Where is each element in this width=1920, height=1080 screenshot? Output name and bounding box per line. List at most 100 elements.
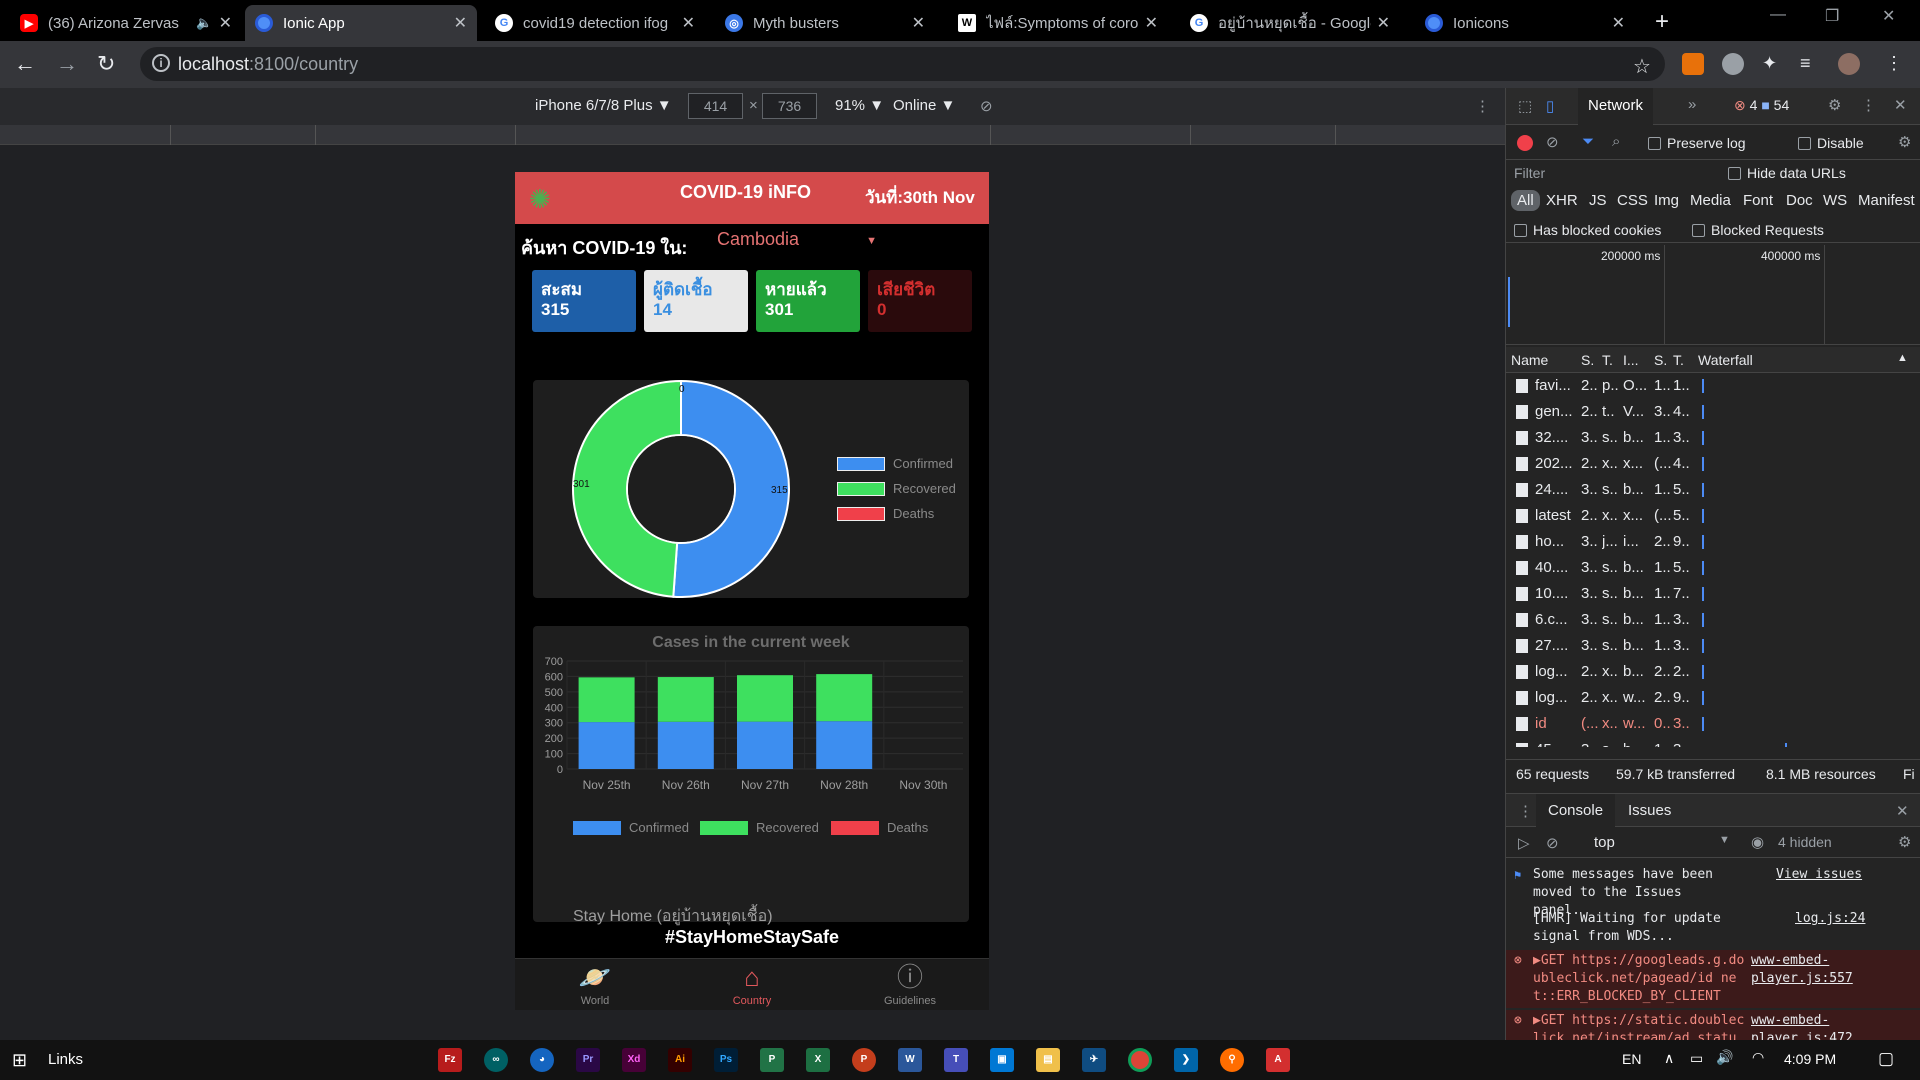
filter-css[interactable]: CSS [1617,192,1648,209]
bookmark-star-icon[interactable]: ☆ [1633,54,1651,79]
extension-chat-icon[interactable] [1722,53,1744,75]
console-settings-icon[interactable]: ⚙ [1898,833,1911,851]
close-tab-icon[interactable]: ✕ [1612,13,1625,33]
inspect-icon[interactable]: ⬚ [1518,97,1532,115]
postman-icon[interactable]: ⚲ [1220,1048,1244,1072]
close-tab-icon[interactable]: ✕ [912,13,925,33]
device-toggle-icon[interactable]: ▯ [1546,97,1554,115]
disable-cache-checkbox[interactable]: Disable [1798,135,1864,151]
drawer-menu-icon[interactable]: ⋮ [1518,802,1533,820]
wifi-icon[interactable]: ◠ [1752,1049,1764,1066]
tray-chevron-icon[interactable]: ∧ [1664,1050,1674,1067]
tab-world[interactable]: 🪐 World [535,963,655,1007]
clear-console-icon[interactable]: ⊘ [1546,834,1559,852]
acrobat-icon[interactable]: A [1266,1048,1290,1072]
network-throttle-select[interactable]: Online ▼ [893,97,955,114]
viewport-width-input[interactable]: 414 [688,93,743,119]
viewport-height-input[interactable]: 736 [762,93,817,119]
error-counter[interactable]: ⊗ 4 ■ 54 [1734,97,1789,114]
taskbar-links[interactable]: Links [48,1051,83,1068]
back-icon[interactable]: ← [14,51,36,77]
legend-deaths[interactable]: Deaths [831,820,928,835]
more-tabs-icon[interactable]: » [1688,96,1696,113]
column-type[interactable]: T. [1602,352,1613,368]
filter-icon[interactable]: ⏷ [1582,133,1594,150]
new-tab-button[interactable]: + [1655,8,1669,36]
hide-data-urls-checkbox[interactable]: Hide data URLs [1728,165,1846,181]
column-initiator[interactable]: I... [1623,352,1639,368]
column-status[interactable]: S. [1581,352,1594,368]
playlist-icon[interactable]: ≡ [1800,53,1822,75]
device-menu-icon[interactable]: ⋮ [1475,97,1490,115]
close-devtools-icon[interactable]: ✕ [1894,96,1907,114]
premiere-icon[interactable]: Pr [576,1048,600,1072]
battery-icon[interactable]: ▭ [1690,1050,1703,1067]
windows-start-icon[interactable]: ⊞ [12,1050,27,1071]
request-row[interactable]: 40.... 3.. s.. b... 1.. 5.. [1506,555,1920,581]
extension-brave-icon[interactable] [1682,53,1704,75]
tab-covid-detection[interactable]: G covid19 detection ifog ✕ [485,5,705,41]
view-issues-link[interactable]: View issues [1776,866,1862,884]
request-row[interactable]: 6.c... 3.. s.. b... 1.. 3.. [1506,607,1920,633]
device-select[interactable]: iPhone 6/7/8 Plus ▼ [535,97,672,114]
column-name[interactable]: Name [1511,352,1548,368]
app-icon[interactable]: ✈ [1082,1048,1106,1072]
filter-input[interactable]: Filter [1514,165,1545,181]
record-icon[interactable] [1517,135,1533,151]
source-link[interactable]: log.js:24 [1795,910,1865,928]
vscode-icon[interactable]: ❯ [1174,1048,1198,1072]
filezilla-icon[interactable]: Fz [438,1048,462,1072]
clock[interactable]: 4:09 PM [1784,1051,1836,1067]
puzzle-icon[interactable]: ✦ [1762,53,1784,75]
request-row[interactable]: log... 2.. x.. w... 2.. 9.. [1506,685,1920,711]
info-icon[interactable]: i [152,54,170,72]
filter-font[interactable]: Font [1743,192,1773,209]
illustrator-icon[interactable]: Ai [668,1048,692,1072]
zoom-select[interactable]: 91% ▼ [835,97,884,114]
hidden-count[interactable]: 4 hidden [1778,834,1832,850]
filter-xhr[interactable]: XHR [1546,192,1578,209]
project-icon[interactable]: P [760,1048,784,1072]
sidebar-toggle-icon[interactable]: ▷ [1518,834,1530,852]
tab-ionicons[interactable]: Ionicons ✕ [1415,5,1635,41]
tab-youtube[interactable]: ▶ (36) Arizona Zervas 🔈 ✕ [10,5,242,41]
request-row[interactable]: log... 2.. x.. b... 2.. 2.. [1506,659,1920,685]
request-row[interactable]: 32.... 3.. s.. b... 1.. 3.. [1506,425,1920,451]
source-link[interactable]: www-embed-player.js:472 [1751,1012,1920,1040]
close-tab-icon[interactable]: ✕ [1377,13,1390,33]
close-drawer-icon[interactable]: ✕ [1896,802,1909,820]
teams-icon[interactable]: T [944,1048,968,1072]
legend-recovered[interactable]: Recovered [837,481,956,496]
filter-manifest[interactable]: Manifest [1858,192,1915,209]
legend-deaths[interactable]: Deaths [837,506,934,521]
request-row[interactable]: 45....3..s..b...1..3.. [1506,737,1920,747]
settings-gear-icon[interactable]: ⚙ [1828,96,1841,114]
network-settings-icon[interactable]: ⚙ [1898,133,1911,151]
filter-media[interactable]: Media [1690,192,1731,209]
blocked-requests-checkbox[interactable]: Blocked Requests [1692,222,1824,238]
filter-img[interactable]: Img [1654,192,1679,209]
filter-js[interactable]: JS [1589,192,1607,209]
column-time[interactable]: T. [1673,352,1684,368]
photoshop-icon[interactable]: Ps [714,1048,738,1072]
minimize-icon[interactable]: — [1770,6,1786,24]
speaker-icon[interactable]: 🔈 [196,15,212,31]
request-row[interactable]: favi... 2.. p.. O... 1.. 1.. [1506,373,1920,399]
close-tab-icon[interactable]: ✕ [454,13,467,33]
tab-guidelines[interactable]: ⓘ Guidelines [850,963,970,1007]
close-tab-icon[interactable]: ✕ [682,13,695,33]
filter-ws[interactable]: WS [1823,192,1847,209]
tab-console[interactable]: Console [1536,794,1616,828]
forward-icon[interactable]: → [56,51,78,77]
app-icon[interactable]: ∞ [484,1048,508,1072]
tab-issues[interactable]: Issues [1628,802,1671,819]
country-select[interactable]: Cambodia ▼ [717,229,877,255]
request-row[interactable]: ho... 3.. j... i... 2.. 9.. [1506,529,1920,555]
close-window-icon[interactable]: ✕ [1882,6,1895,26]
column-size[interactable]: S. [1654,352,1667,368]
context-select[interactable]: top [1594,834,1615,851]
source-link[interactable]: www-embed-player.js:557 [1751,952,1920,988]
language-indicator[interactable]: EN [1622,1051,1641,1067]
request-row[interactable]: gen... 2.. t.. V... 3.. 4.. [1506,399,1920,425]
request-row[interactable]: 202... 2.. x.. x... (... 4.. [1506,451,1920,477]
